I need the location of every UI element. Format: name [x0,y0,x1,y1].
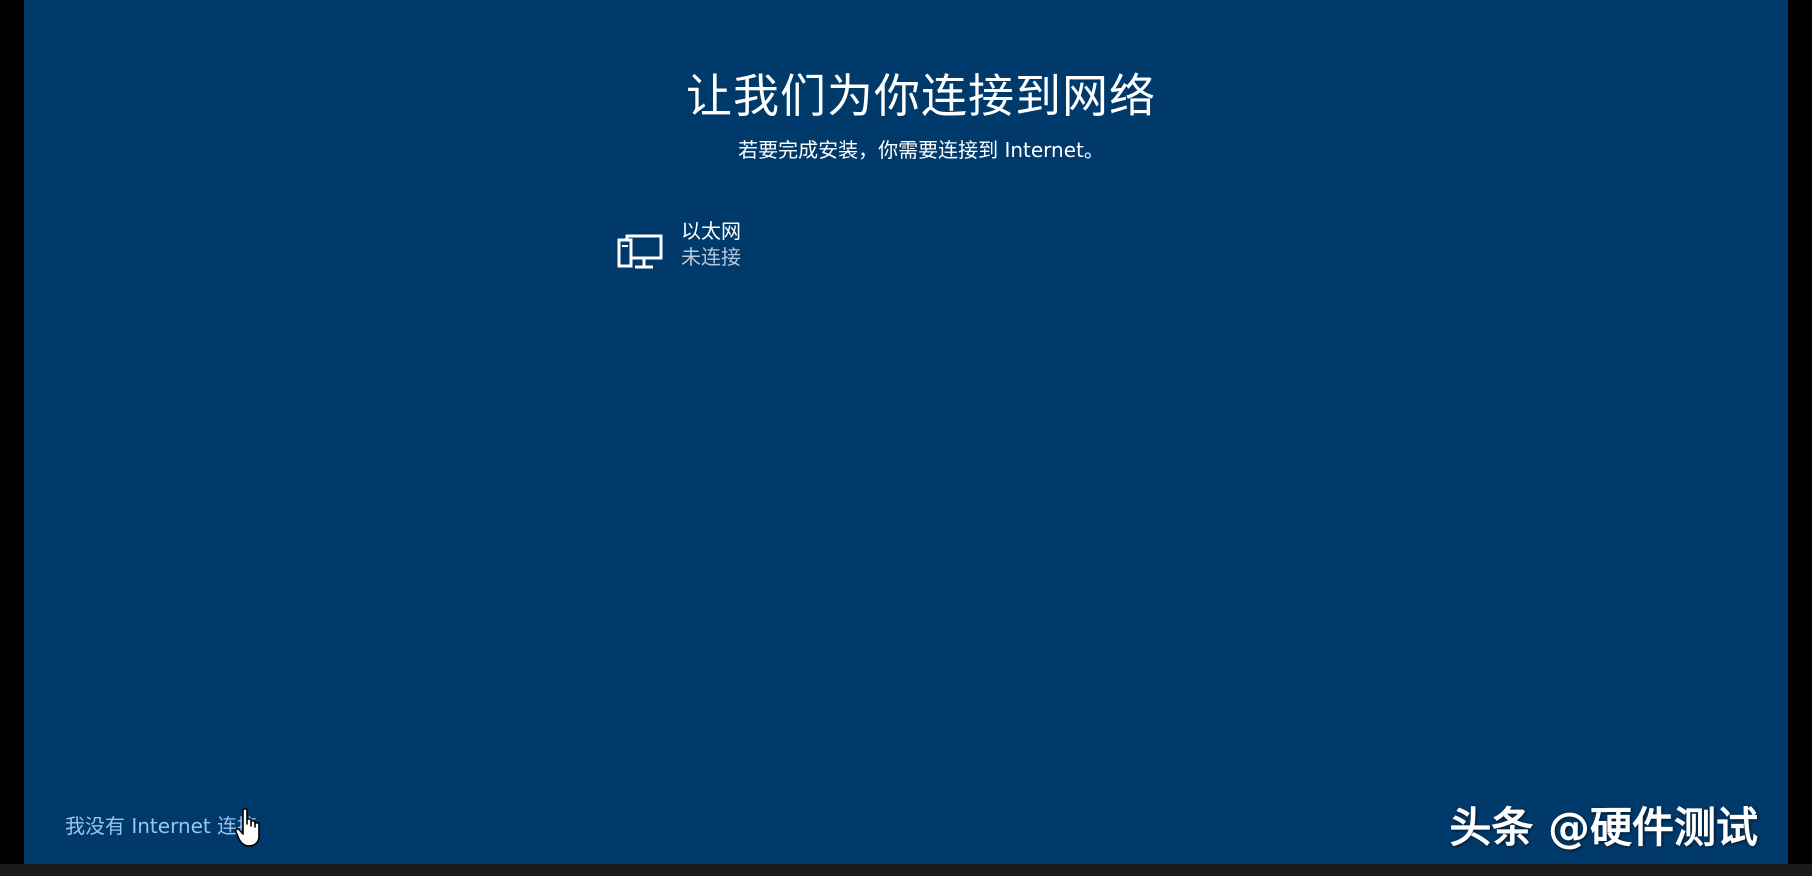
page-title: 让我们为你连接到网络 [686,69,1156,123]
ethernet-icon [617,234,663,269]
network-status: 未连接 [681,245,741,269]
watermark: 头条 @硬件测试 [1449,803,1758,852]
network-item-ethernet[interactable]: 以太网 未连接 [617,218,977,278]
page-subtitle: 若要完成安装，你需要连接到 Internet。 [738,138,1104,162]
screen-bottom-edge [0,864,1812,876]
network-name: 以太网 [681,219,741,243]
hand-pointer-icon [235,808,260,847]
no-internet-link[interactable]: 我没有 Internet 连接 [65,810,257,839]
setup-screen: 让我们为你连接到网络 若要完成安装，你需要连接到 Internet。 以太网 未… [24,0,1788,864]
